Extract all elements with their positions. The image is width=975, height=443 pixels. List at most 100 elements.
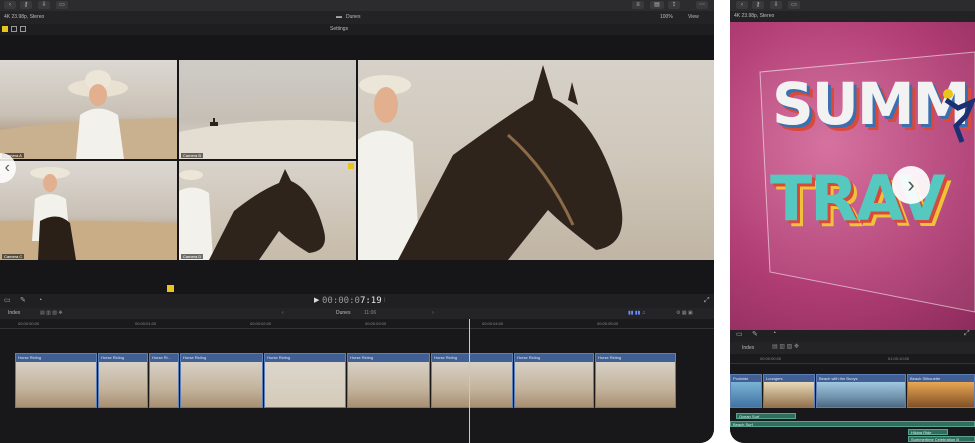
timeline: Index ▤ ▥ ▧ ✥ 00:00:00:00 01:00:10:00 Po…: [730, 342, 975, 443]
ruler-tick: 00:00:03:00: [365, 321, 387, 326]
audio-clip[interactable]: Hiking Ride: [908, 429, 948, 435]
angle-camera-d-active[interactable]: Camera D: [179, 161, 356, 260]
timeline-clip[interactable]: Horse Riding: [180, 353, 263, 408]
index-button[interactable]: Index: [8, 308, 20, 319]
audio-only-icon[interactable]: [20, 26, 26, 32]
playhead[interactable]: [469, 319, 470, 443]
video-only-icon[interactable]: [11, 26, 17, 32]
angle-camera-c[interactable]: Camera C: [0, 161, 177, 260]
key-icon[interactable]: ⚷: [752, 1, 764, 9]
history-forward-icon[interactable]: ›: [432, 308, 434, 319]
back-button[interactable]: ‹: [4, 1, 16, 9]
timeline-clip[interactable]: Horse Riding: [15, 353, 97, 408]
audio-clip[interactable]: Ocean Surf: [736, 413, 796, 419]
timeline-clip[interactable]: Horse Ri...: [149, 353, 179, 408]
audio-clip[interactable]: Beach Surf: [730, 421, 975, 427]
timecode-display: 00:00:07:19: [322, 294, 382, 308]
play-icon[interactable]: ▶: [314, 294, 319, 308]
import-icon[interactable]: ⇩: [770, 1, 782, 9]
clip-title: Horse Riding: [16, 354, 96, 362]
angle-camera-b[interactable]: Camera B: [179, 60, 356, 159]
transform-icon[interactable]: ▭: [4, 294, 11, 308]
timeline-project-name[interactable]: Dunes: [336, 308, 350, 319]
more-icon[interactable]: ⋯: [696, 1, 708, 9]
clip-title: Horse Riding: [432, 354, 512, 362]
crop-icon[interactable]: ✎: [752, 330, 758, 338]
timeline-clip[interactable]: Poolside: [730, 374, 762, 408]
clip-title: Horse Riding: [596, 354, 675, 362]
inspector-icon[interactable]: ≡: [632, 1, 644, 9]
import-icon[interactable]: ⇩: [38, 1, 50, 9]
settings-menu[interactable]: Settings: [330, 24, 348, 35]
audio-meters-icon[interactable]: ▮▮ ▮▮ ♫: [628, 308, 646, 319]
share-icon[interactable]: ⇪: [668, 1, 680, 9]
clip-title: Beach with the Buoys: [817, 375, 905, 382]
audio-clip[interactable]: Summertime Celebration B: [908, 436, 975, 442]
timeline-duration: 11:06: [364, 310, 377, 316]
ruler-tick: 01:00:10:00: [888, 356, 910, 361]
speed-icon[interactable]: ◔: [38, 294, 42, 308]
media-browser-icon[interactable]: ▭: [788, 1, 800, 9]
transform-icon[interactable]: ▭: [736, 330, 743, 338]
timecode-dim: 00:00:0: [322, 296, 360, 306]
transport-bar: ▭ ✎ ◔ ▶ 00:00:07:19 ⧘ ⤢: [0, 294, 714, 308]
angle-viewer-bar: Settings: [0, 24, 714, 35]
crop-icon[interactable]: ✎: [20, 294, 26, 308]
zoom-level[interactable]: 100%: [660, 11, 673, 24]
timeline-clip[interactable]: Beach with the Buoys: [816, 374, 906, 408]
timeline-clip[interactable]: Horse Riding: [264, 353, 346, 408]
clip-filmstrip: [432, 362, 512, 407]
history-back-icon[interactable]: ‹: [282, 308, 284, 319]
active-angle-badge: [348, 163, 354, 169]
multicam-angle-viewer: Camera A Camera B Camera C Camera D ‹: [0, 35, 714, 294]
clip-filmstrip: [731, 382, 761, 407]
timeline-clip[interactable]: Loungers: [763, 374, 815, 408]
title-viewer: SUMM TRAV ›: [730, 22, 975, 330]
timeline-clip[interactable]: Horse Riding: [431, 353, 513, 408]
angle-camera-a[interactable]: Camera A: [0, 60, 177, 159]
clip-tools-icon[interactable]: ▤ ▥ ▧ ✥: [40, 308, 63, 319]
timeline-clip[interactable]: Horse Riding: [595, 353, 676, 408]
media-browser-icon[interactable]: ▭: [56, 1, 68, 9]
viewer-header: 4K 23.98p, Stereo ▬ Dunes 100% View: [0, 11, 714, 24]
angle-label: Camera C: [2, 254, 25, 259]
ruler-tick: 00:00:05:00: [597, 321, 619, 326]
clip-title: Horse Riding: [265, 354, 345, 362]
clip-filmstrip: [348, 362, 429, 407]
top-toolbar: ‹ ⚷ ⇩ ▭ ≡ ▤ ⇪ ⋯: [0, 0, 714, 11]
clip-tools-icon[interactable]: ▤ ▥ ▧ ✥: [772, 343, 799, 350]
clip-filmstrip: [596, 362, 675, 407]
speed-icon[interactable]: ◔: [772, 330, 776, 337]
timeline-view-icons[interactable]: ⚙ ▦ ▣: [676, 308, 693, 319]
clip-title: Horse Riding: [515, 354, 593, 362]
clip-title: Beach Silhouette: [908, 375, 974, 382]
clip-title: Horse Ri...: [150, 354, 178, 362]
ruler-tick: 00:00:00:00: [760, 356, 782, 361]
skimming-icon[interactable]: ⧘: [384, 294, 385, 308]
clip-filmstrip: [908, 382, 974, 407]
fullscreen-icon[interactable]: ⤢: [964, 330, 970, 338]
horse-and-rider: [358, 65, 623, 260]
project-title: Dunes: [346, 14, 361, 20]
timeline-ruler: 00:00:00:00 00:00:01:00 00:00:02:00 00:0…: [0, 319, 714, 329]
timeline-clip[interactable]: Horse Riding: [98, 353, 148, 408]
fullscreen-icon[interactable]: ⤢: [704, 294, 710, 308]
ruler-tick: 00:00:00:00: [18, 321, 40, 326]
video-audio-switch-icon[interactable]: [2, 26, 8, 32]
next-screenshot-button[interactable]: ›: [892, 166, 930, 204]
top-toolbar: ‹ ⚷ ⇩ ▭: [730, 0, 975, 11]
clip-filmstrip: [16, 362, 96, 407]
key-icon[interactable]: ⚷: [20, 1, 32, 9]
clip-filmstrip: [817, 382, 905, 407]
rider-on-horse: [0, 167, 177, 260]
angle-bank-icon[interactable]: [167, 285, 174, 292]
horse-closeup: [179, 169, 325, 260]
layout-icon[interactable]: ▤: [650, 1, 664, 9]
timeline-clip[interactable]: Beach Silhouette: [907, 374, 975, 408]
timeline-clip[interactable]: Horse Riding: [514, 353, 594, 408]
timeline-clip[interactable]: Horse Riding: [347, 353, 430, 408]
back-button[interactable]: ‹: [736, 1, 748, 9]
ruler-tick: 00:00:01:00: [135, 321, 157, 326]
view-menu[interactable]: View: [688, 11, 699, 24]
index-button[interactable]: Index: [742, 345, 754, 351]
